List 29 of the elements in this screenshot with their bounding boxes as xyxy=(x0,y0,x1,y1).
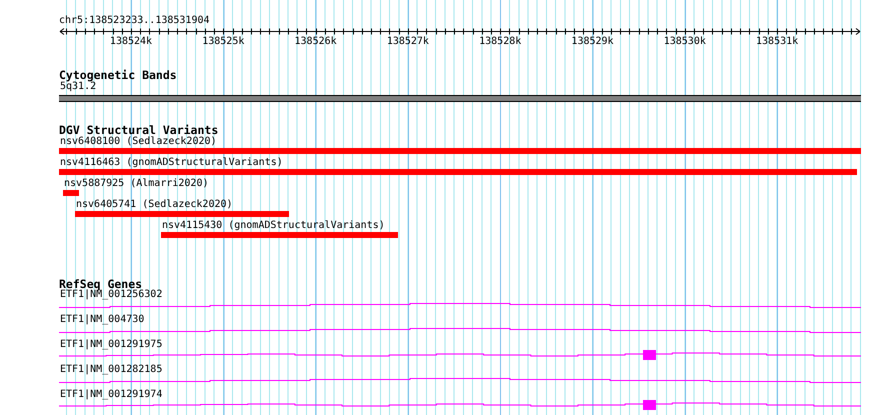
variant-bar[interactable] xyxy=(59,169,857,175)
variant-bar[interactable] xyxy=(75,211,289,217)
gene-label: ETF1|NM_001291975 xyxy=(60,340,162,350)
axis-label: 138528k xyxy=(479,36,522,48)
variant-bar[interactable] xyxy=(63,190,79,196)
track-title: Cytogenetic Bands xyxy=(59,69,177,81)
axis-label: 138526k xyxy=(294,36,337,48)
variant-bar[interactable] xyxy=(59,148,861,154)
axis-label: 138525k xyxy=(202,36,244,48)
axis-label: 138524k xyxy=(110,36,152,48)
axis-label: 138531k xyxy=(756,36,798,48)
gene-label: ETF1|NM_001282185 xyxy=(60,365,162,375)
axis-label: 138527k xyxy=(386,36,429,48)
axis-label: 138530k xyxy=(664,36,706,48)
track-title: DGV Structural Variants xyxy=(59,124,218,136)
gene-label: ETF1|NM_001256302 xyxy=(60,290,162,300)
gene-label: ETF1|NM_004730 xyxy=(60,315,144,325)
track-title: RefSeq Genes xyxy=(59,278,142,290)
gene-label: ETF1|NM_001291974 xyxy=(60,390,162,400)
variant-bar[interactable] xyxy=(161,232,398,238)
variant-label: nsv4115430 (gnomADStructuralVariants) xyxy=(162,220,385,232)
variant-label: nsv4116463 (gnomADStructuralVariants) xyxy=(60,157,283,169)
axis-label: 138529k xyxy=(571,36,614,48)
band-label: 5q31.2 xyxy=(60,81,96,93)
location-text: chr5:138523233..138531904 xyxy=(59,15,210,27)
cytoband-bar[interactable] xyxy=(59,95,861,102)
variant-label: nsv6408100 (Sedlazeck2020) xyxy=(60,136,217,148)
variant-label: nsv6405741 (Sedlazeck2020) xyxy=(76,199,233,211)
variant-label: nsv5887925 (Almarri2020) xyxy=(64,178,208,190)
